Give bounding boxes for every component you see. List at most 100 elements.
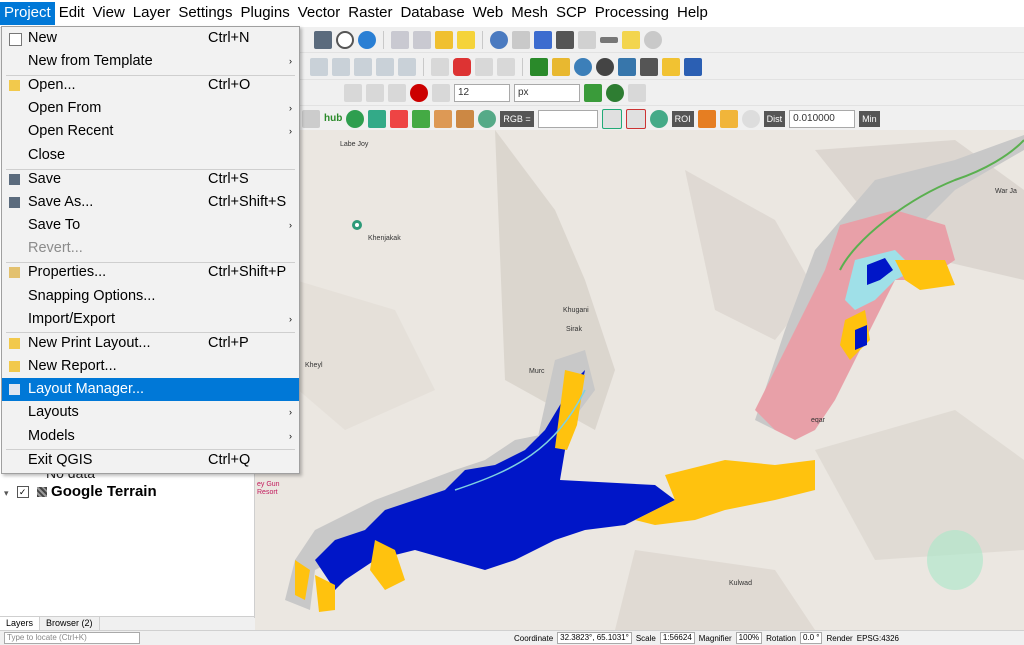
menu-item-models[interactable]: Models ›: [2, 425, 299, 448]
menu-item-layouts[interactable]: Layouts ›: [2, 401, 299, 424]
edit-icon[interactable]: [332, 57, 350, 76]
menu-project[interactable]: Project: [0, 2, 55, 25]
menu-item-layout-manager[interactable]: Layout Manager...: [2, 378, 299, 401]
menu-raster[interactable]: Raster: [344, 2, 396, 25]
locator-input[interactable]: Type to locate (Ctrl+K): [4, 632, 140, 644]
sum-icon[interactable]: [556, 30, 574, 49]
menu-vector[interactable]: Vector: [294, 2, 345, 25]
menu-item-snapping-options[interactable]: Snapping Options...: [2, 285, 299, 308]
layer-checkbox[interactable]: ✓: [16, 486, 29, 499]
georeference-icon[interactable]: [530, 57, 548, 76]
landscape-icon[interactable]: [601, 108, 622, 129]
band-icon[interactable]: [390, 109, 409, 128]
menu-item-new[interactable]: New Ctrl+N: [2, 27, 299, 50]
menu-mesh[interactable]: Mesh: [507, 2, 552, 25]
crs-label[interactable]: EPSG:4326: [857, 634, 899, 643]
snap-icon[interactable]: [432, 83, 450, 102]
expand-icon[interactable]: ▾: [4, 488, 9, 498]
menu-edit[interactable]: Edit: [55, 2, 89, 25]
copy-icon[interactable]: [376, 57, 394, 76]
identify-icon[interactable]: [490, 30, 508, 49]
layer-google-terrain[interactable]: ▾ ✓ Google Terrain: [4, 483, 157, 500]
offset-icon[interactable]: [388, 83, 406, 102]
settings-gear-icon[interactable]: [534, 30, 552, 49]
menu-item-save-to[interactable]: Save To ›: [2, 214, 299, 237]
magnet-icon[interactable]: [410, 83, 428, 102]
menu-item-new-from-template[interactable]: New from Template ›: [2, 50, 299, 73]
python-icon[interactable]: [618, 57, 636, 76]
measure-icon[interactable]: [600, 36, 618, 43]
pin-icon[interactable]: [475, 57, 493, 76]
triangle-icon[interactable]: [552, 57, 570, 76]
menu-item-new-report[interactable]: New Report...: [2, 355, 299, 378]
edit-roi-icon[interactable]: [434, 109, 453, 128]
reset-icon[interactable]: [741, 109, 760, 128]
globe-icon[interactable]: [574, 57, 592, 76]
zoom-icon[interactable]: [644, 30, 662, 49]
menu-settings[interactable]: Settings: [174, 2, 236, 25]
zoom-search-icon[interactable]: [649, 109, 668, 128]
hub-label[interactable]: hub: [324, 113, 342, 124]
font-size-input[interactable]: 12: [454, 83, 510, 102]
magnifier-input[interactable]: 100%: [735, 632, 763, 644]
label-icon[interactable]: [431, 57, 449, 76]
cut-icon[interactable]: [354, 57, 372, 76]
menu-help[interactable]: Help: [673, 2, 712, 25]
raster-icon[interactable]: [456, 109, 475, 128]
help-icon[interactable]: [684, 57, 702, 76]
menu-plugins[interactable]: Plugins: [237, 2, 294, 25]
render-label[interactable]: Render: [826, 634, 852, 643]
undo-icon[interactable]: [398, 57, 416, 76]
zoom-roi-icon[interactable]: [412, 109, 431, 128]
menu-item-import-export[interactable]: Import/Export ›: [2, 308, 299, 331]
menu-item-save[interactable]: Save Ctrl+S: [2, 168, 299, 191]
table-icon[interactable]: [512, 30, 530, 49]
rgb-select[interactable]: [537, 109, 598, 128]
menu-item-properties[interactable]: Properties... Ctrl+Shift+P: [2, 261, 299, 284]
plugin-icon[interactable]: [596, 57, 614, 76]
dist-input[interactable]: 0.010000: [789, 109, 856, 128]
menu-item-open-from[interactable]: Open From ›: [2, 97, 299, 120]
menu-scp[interactable]: SCP: [552, 2, 591, 25]
split-icon[interactable]: [628, 83, 646, 102]
add-icon[interactable]: [719, 109, 738, 128]
rotation-input[interactable]: 0.0 °: [799, 632, 823, 644]
refresh-icon[interactable]: [358, 30, 376, 49]
label-abc-icon[interactable]: [453, 57, 471, 76]
console-icon[interactable]: [640, 57, 658, 76]
clock-icon[interactable]: [336, 30, 354, 49]
menu-item-new-print-layout[interactable]: New Print Layout... Ctrl+P: [2, 332, 299, 355]
scissors-icon[interactable]: [606, 83, 624, 102]
menu-item-close[interactable]: Close: [2, 144, 299, 167]
shield-icon[interactable]: [302, 109, 320, 128]
node-icon[interactable]: [344, 83, 362, 102]
chart-icon[interactable]: [662, 57, 680, 76]
show-label-icon[interactable]: [497, 57, 515, 76]
deselect-icon[interactable]: [413, 30, 431, 49]
rotate-icon[interactable]: [366, 83, 384, 102]
menu-item-open[interactable]: Open... Ctrl+O: [2, 74, 299, 97]
menu-database[interactable]: Database: [396, 2, 468, 25]
search-roi-icon[interactable]: [478, 109, 497, 128]
roi-icon[interactable]: [697, 109, 716, 128]
coordinate-input[interactable]: 32.3823°, 65.1031°: [557, 632, 632, 644]
menu-item-exit[interactable]: Exit QGIS Ctrl+Q: [2, 449, 299, 472]
save-icon[interactable]: [314, 30, 332, 49]
menu-view[interactable]: View: [89, 2, 129, 25]
font-unit-select[interactable]: px: [514, 83, 580, 102]
grid-icon[interactable]: [578, 30, 596, 49]
tab-browser[interactable]: Browser (2): [40, 617, 100, 631]
trace-icon[interactable]: [584, 83, 602, 102]
menu-layer[interactable]: Layer: [129, 2, 175, 25]
map-canvas[interactable]: Labe Joy Khenjakak Khugani Sirak Murc Kh…: [255, 130, 1024, 630]
layers-stack-icon[interactable]: [368, 109, 387, 128]
menu-item-open-recent[interactable]: Open Recent ›: [2, 120, 299, 143]
menu-web[interactable]: Web: [469, 2, 508, 25]
menu-processing[interactable]: Processing: [591, 2, 673, 25]
select-location-icon[interactable]: [457, 30, 475, 49]
tab-layers[interactable]: Layers: [0, 617, 41, 631]
scale-input[interactable]: 1:56624: [659, 632, 695, 644]
digitize-icon[interactable]: [310, 57, 328, 76]
share-icon[interactable]: [346, 109, 365, 128]
landscape-red-icon[interactable]: [625, 108, 646, 129]
